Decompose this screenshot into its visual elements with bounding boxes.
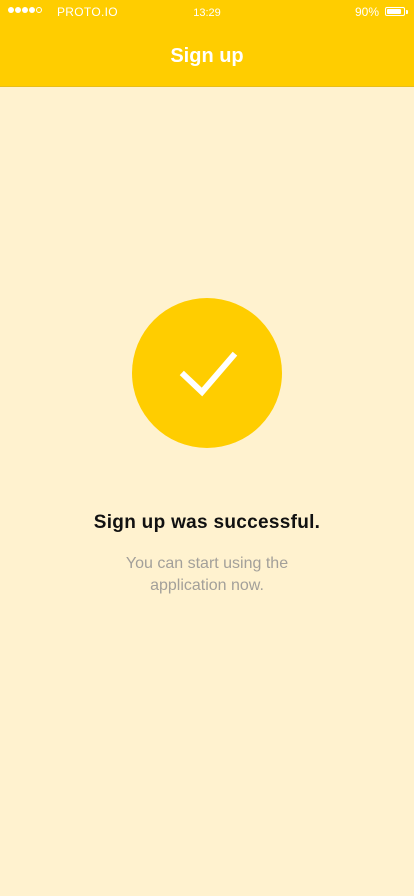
success-message: You can start using the application now.: [125, 555, 289, 594]
battery-level: [387, 9, 402, 14]
battery-icon: [385, 7, 405, 16]
checkmark-icon: [179, 351, 238, 397]
battery-percentage: 90%: [354, 5, 379, 19]
status-time: 13:29: [193, 7, 221, 19]
app-header: PROTO.IO 13:29 90% Sign up: [0, 0, 414, 87]
battery-tip: [406, 10, 408, 14]
signup-success-screen: PROTO.IO 13:29 90% Sign up Sign up was s…: [0, 0, 414, 896]
success-badge: [132, 298, 282, 448]
page-title: Sign up: [170, 45, 244, 67]
success-headline: Sign up was successful.: [93, 512, 321, 533]
status-bar: PROTO.IO 13:29 90%: [0, 0, 414, 24]
